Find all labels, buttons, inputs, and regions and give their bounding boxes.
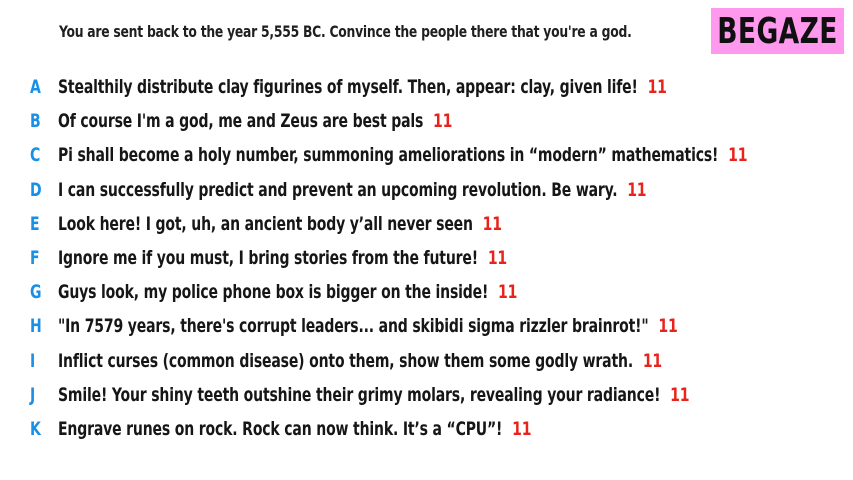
option-count: 11 bbox=[498, 281, 518, 304]
option-d[interactable]: D I can successfully predict and prevent… bbox=[0, 173, 853, 207]
option-line: Look here! I got, uh, an ancient body y’… bbox=[58, 213, 502, 235]
option-f[interactable]: F Ignore me if you must, I bring stories… bbox=[0, 241, 853, 275]
option-count: 11 bbox=[728, 144, 748, 167]
option-text: Engrave runes on rock. Rock can now thin… bbox=[58, 417, 503, 440]
option-text: Smile! Your shiny teeth outshine their g… bbox=[58, 383, 661, 406]
option-line: I can successfully predict and prevent a… bbox=[58, 178, 647, 201]
option-text: Look here! I got, uh, an ancient body y’… bbox=[58, 212, 473, 235]
logo-text: BEGAZE bbox=[717, 10, 838, 52]
option-i[interactable]: I Inflict curses (common disease) onto t… bbox=[0, 344, 853, 378]
logo-badge: BEGAZE bbox=[711, 8, 844, 54]
option-e[interactable]: E Look here! I got, uh, an ancient body … bbox=[0, 207, 853, 241]
option-letter: A bbox=[30, 76, 41, 99]
option-line: Pi shall become a holy number, summoning… bbox=[58, 144, 747, 166]
page: You are sent back to the year 5,555 BC. … bbox=[0, 0, 853, 480]
option-text: Guys look, my police phone box is bigger… bbox=[58, 281, 489, 304]
option-a[interactable]: A Stealthily distribute clay figurines o… bbox=[0, 70, 853, 104]
option-count: 11 bbox=[512, 417, 532, 440]
option-g[interactable]: G Guys look, my police phone box is bigg… bbox=[0, 275, 853, 309]
option-line: "In 7579 years, there's corrupt leaders.… bbox=[58, 315, 678, 337]
option-line: Guys look, my police phone box is bigger… bbox=[58, 281, 517, 303]
option-line: Stealthily distribute clay figurines of … bbox=[58, 76, 667, 98]
option-count: 11 bbox=[658, 315, 678, 338]
option-text: "In 7579 years, there's corrupt leaders.… bbox=[58, 315, 649, 338]
option-line: Engrave runes on rock. Rock can now thin… bbox=[58, 418, 531, 440]
option-text: Ignore me if you must, I bring stories f… bbox=[58, 247, 478, 270]
option-count: 11 bbox=[627, 178, 647, 201]
option-line: Ignore me if you must, I bring stories f… bbox=[58, 247, 507, 269]
option-j[interactable]: J Smile! Your shiny teeth outshine their… bbox=[0, 378, 853, 412]
option-text: Pi shall become a holy number, summoning… bbox=[58, 144, 719, 167]
options-list: A Stealthily distribute clay figurines o… bbox=[0, 70, 853, 446]
option-text: Stealthily distribute clay figurines of … bbox=[58, 76, 638, 99]
option-letter: F bbox=[30, 247, 40, 270]
option-line: Of course I'm a god, me and Zeus are bes… bbox=[58, 110, 452, 132]
option-count: 11 bbox=[482, 212, 502, 235]
option-count: 11 bbox=[670, 383, 690, 406]
option-letter: D bbox=[30, 178, 42, 201]
option-letter: B bbox=[30, 110, 41, 133]
option-letter: E bbox=[30, 212, 40, 235]
option-letter: J bbox=[30, 383, 36, 406]
option-count: 11 bbox=[647, 76, 667, 99]
option-text: Of course I'm a god, me and Zeus are bes… bbox=[58, 110, 424, 133]
option-line: Smile! Your shiny teeth outshine their g… bbox=[58, 384, 689, 406]
option-count: 11 bbox=[487, 247, 508, 270]
option-h[interactable]: H "In 7579 years, there's corrupt leader… bbox=[0, 309, 853, 343]
option-letter: C bbox=[30, 144, 41, 167]
option-count: 11 bbox=[433, 110, 453, 133]
option-text: I can successfully predict and prevent a… bbox=[58, 178, 618, 201]
option-k[interactable]: K Engrave runes on rock. Rock can now th… bbox=[0, 412, 853, 446]
option-letter: H bbox=[30, 315, 42, 338]
option-b[interactable]: B Of course I'm a god, me and Zeus are b… bbox=[0, 104, 853, 138]
option-c[interactable]: C Pi shall become a holy number, summoni… bbox=[0, 138, 853, 172]
option-line: Inflict curses (common disease) onto the… bbox=[58, 350, 662, 372]
prompt-text: You are sent back to the year 5,555 BC. … bbox=[59, 22, 632, 41]
option-letter: I bbox=[30, 349, 36, 372]
option-text: Inflict curses (common disease) onto the… bbox=[58, 349, 633, 372]
option-count: 11 bbox=[642, 349, 663, 372]
option-letter: G bbox=[30, 281, 42, 304]
option-letter: K bbox=[30, 417, 41, 440]
